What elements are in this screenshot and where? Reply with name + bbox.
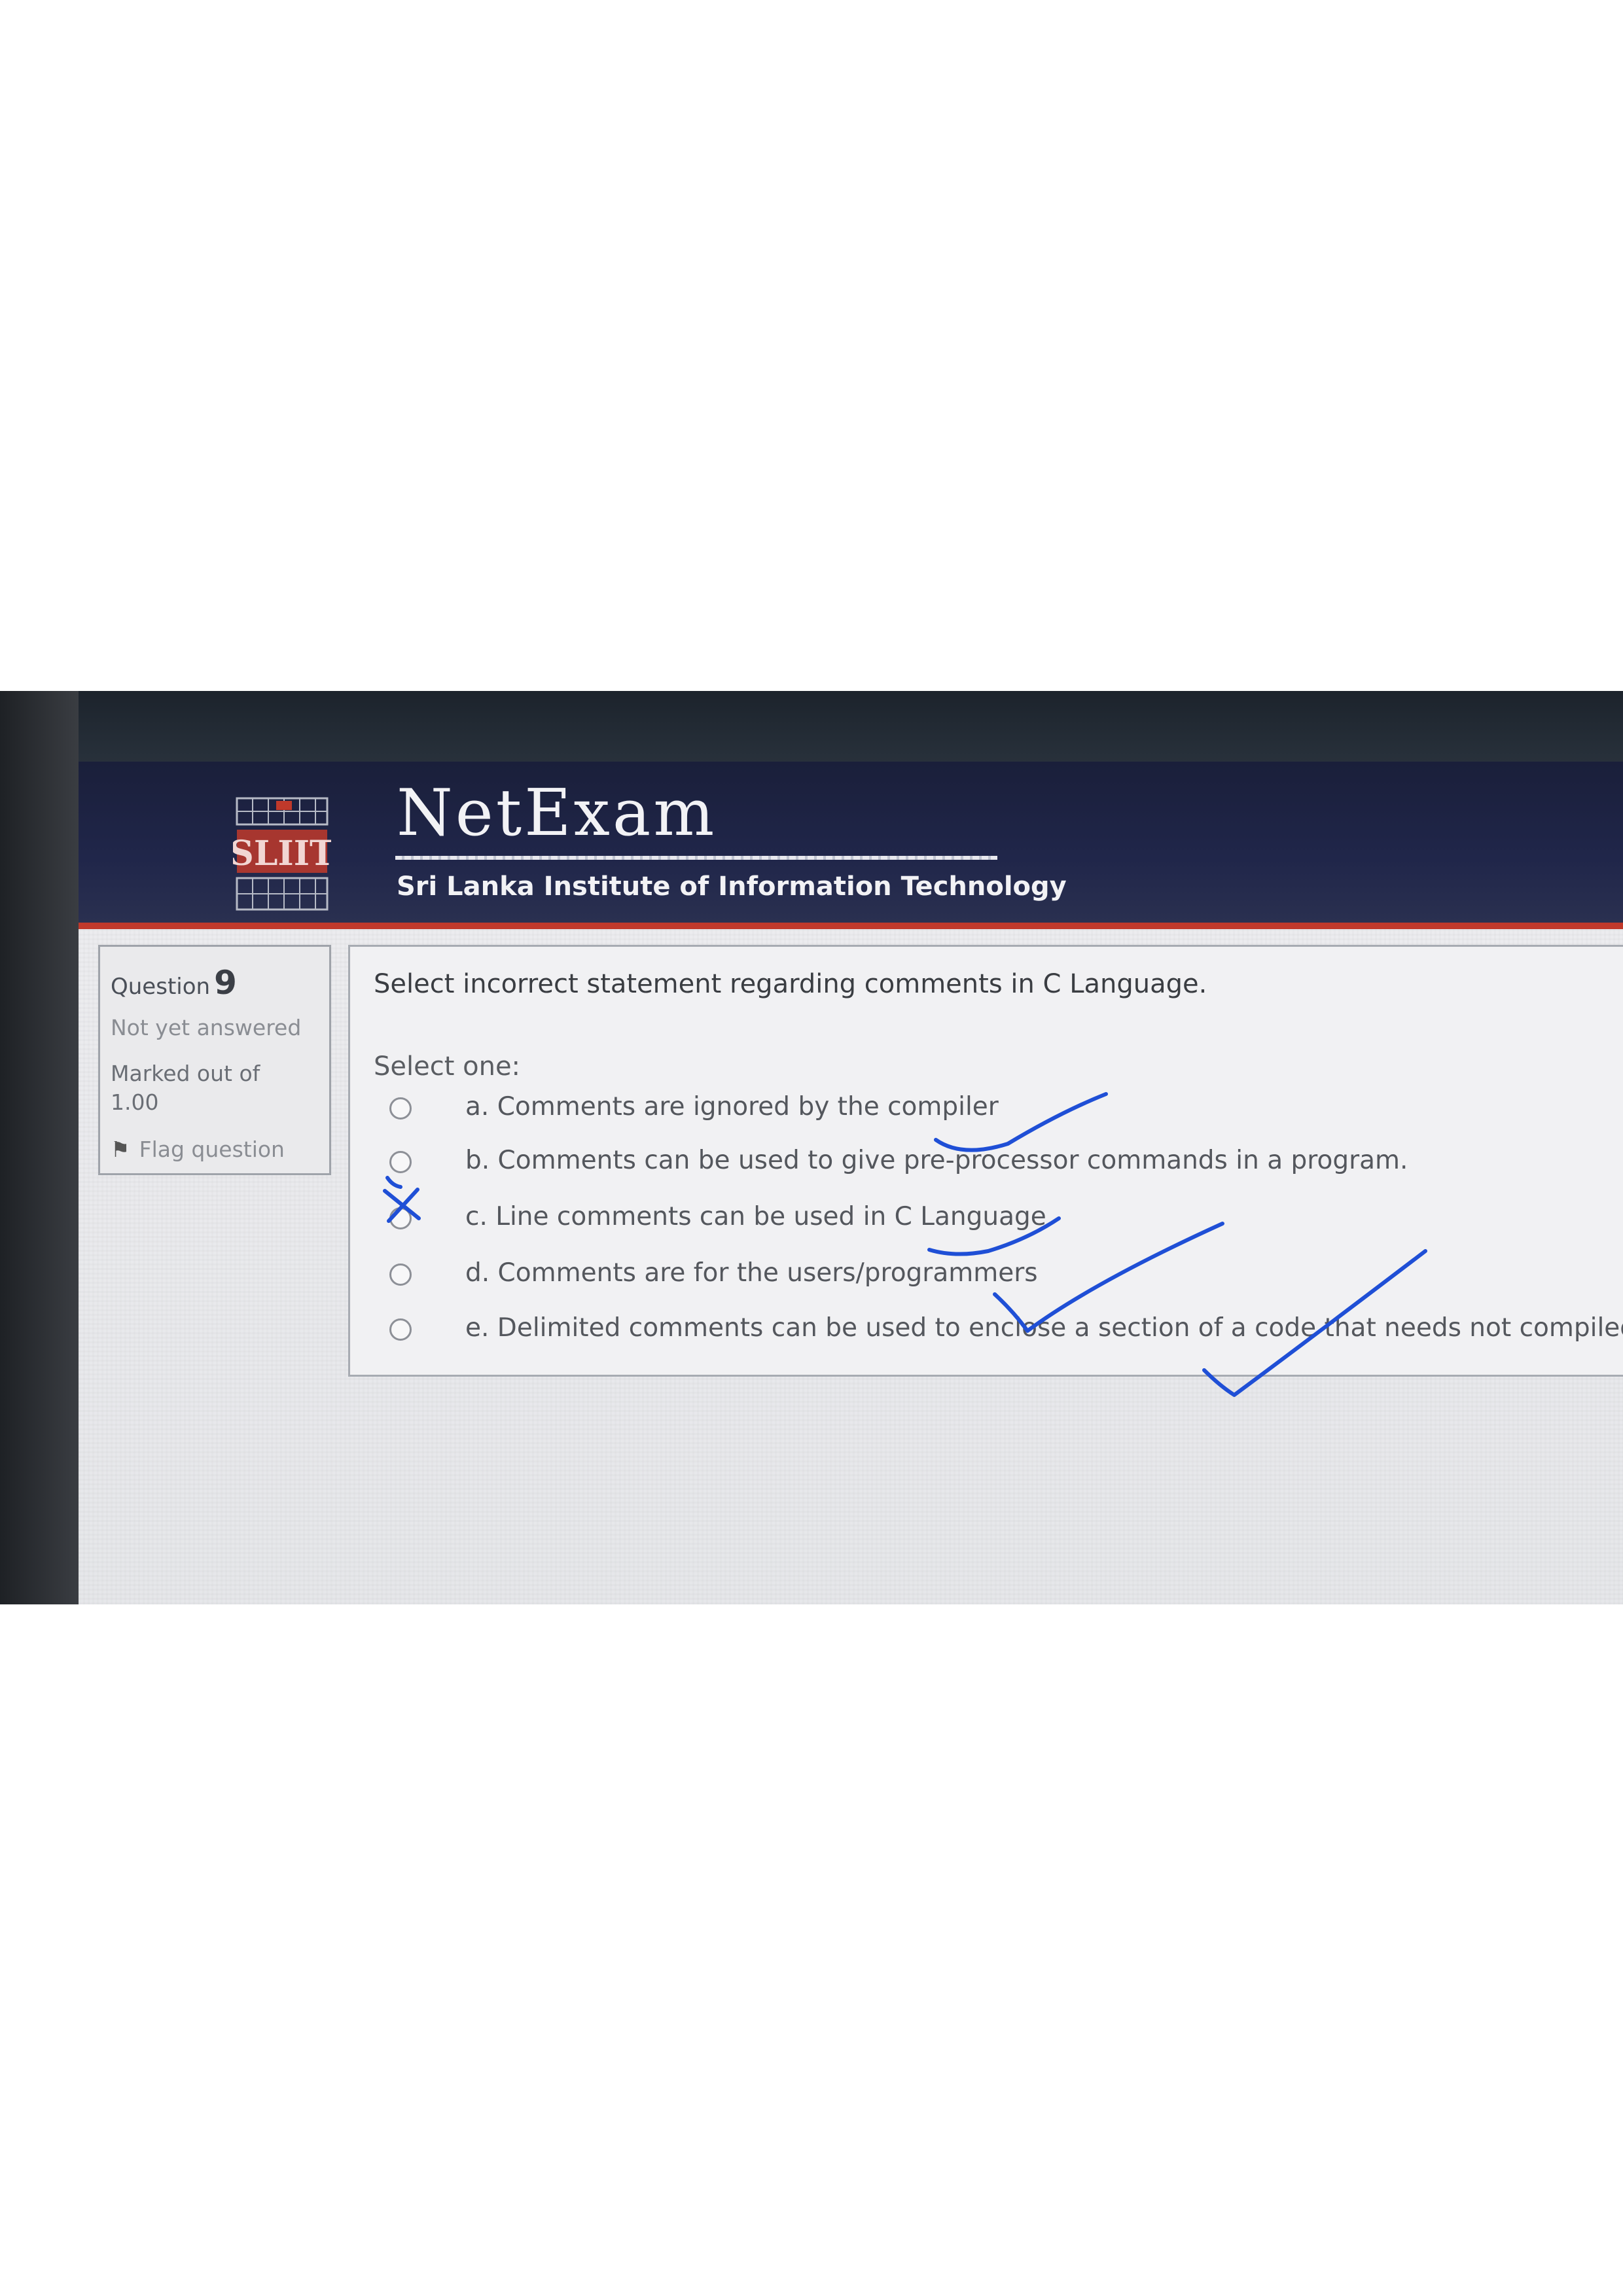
monitor-bezel <box>0 691 79 1604</box>
exam-page: SLIIT NetExam Sri Lanka Institute of Inf… <box>79 762 1623 1604</box>
site-header: SLIIT NetExam Sri Lanka Institute of Inf… <box>79 762 1623 929</box>
browser-top-area <box>79 691 1623 762</box>
question-box: Select incorrect statement regarding com… <box>348 945 1623 1377</box>
radio-button[interactable] <box>389 1097 412 1120</box>
select-one-prompt: Select one: <box>374 1051 521 1082</box>
flag-icon: ⚑ <box>111 1137 130 1162</box>
sliit-logo: SLIIT <box>233 797 331 911</box>
radio-button[interactable] <box>389 1207 412 1229</box>
radio-button[interactable] <box>389 1318 412 1341</box>
radio-button[interactable] <box>389 1263 412 1286</box>
brand-divider <box>395 856 997 860</box>
question-text: Select incorrect statement regarding com… <box>374 969 1207 999</box>
institute-name: Sri Lanka Institute of Information Techn… <box>397 872 1067 902</box>
screen-photo: SLIIT NetExam Sri Lanka Institute of Inf… <box>0 691 1623 1604</box>
answer-option-c[interactable]: c. Line comments can be used in C Langua… <box>374 1202 1617 1241</box>
answer-option-d[interactable]: d. Comments are for the users/programmer… <box>374 1258 1617 1298</box>
option-label: d. Comments are for the users/programmer… <box>465 1258 1038 1288</box>
option-label: e. Delimited comments can be used to enc… <box>465 1313 1623 1343</box>
answer-option-a[interactable]: a. Comments are ignored by the compiler <box>374 1092 1617 1131</box>
question-state: Not yet answered <box>111 1015 302 1040</box>
question-marks: Marked out of 1.00 <box>111 1061 260 1115</box>
radio-button[interactable] <box>389 1151 412 1173</box>
question-number: Question 9 <box>111 964 237 1002</box>
app-title: NetExam <box>397 776 717 851</box>
option-label: c. Line comments can be used in C Langua… <box>465 1202 1046 1231</box>
svg-text:SLIIT: SLIIT <box>233 834 331 874</box>
option-label: b. Comments can be used to give pre-proc… <box>465 1146 1408 1175</box>
answer-option-e[interactable]: e. Delimited comments can be used to enc… <box>374 1313 1623 1352</box>
answer-option-b[interactable]: b. Comments can be used to give pre-proc… <box>374 1146 1617 1185</box>
question-info-panel: Question 9 Not yet answered Marked out of… <box>98 945 331 1175</box>
content-area: Question 9 Not yet answered Marked out of… <box>79 929 1623 1604</box>
flag-question-link[interactable]: ⚑ Flag question <box>111 1137 285 1162</box>
option-label: a. Comments are ignored by the compiler <box>465 1092 999 1122</box>
